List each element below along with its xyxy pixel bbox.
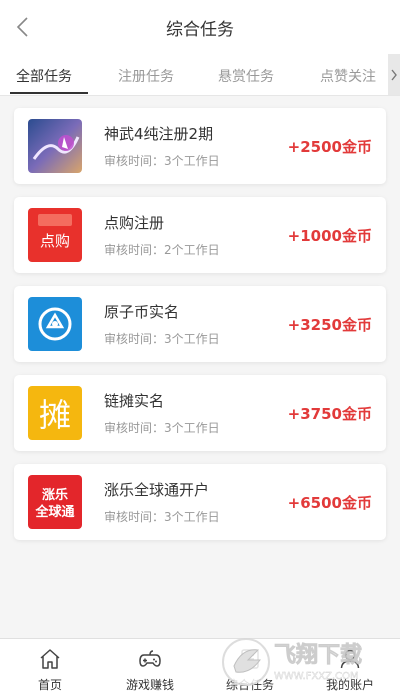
- back-button[interactable]: [10, 13, 34, 41]
- task-reward: +3250金币: [287, 316, 372, 334]
- liantan-icon-label: 摊: [39, 396, 71, 434]
- nav-home[interactable]: 首页: [0, 639, 100, 692]
- tab-all[interactable]: 全部任务: [16, 66, 72, 86]
- task-reward: +2500金币: [287, 138, 372, 156]
- watermark-url: WWW.FXXZ.COM: [274, 671, 359, 682]
- diangou-icon-label: 点购: [40, 232, 70, 250]
- watermark-logo: 飞翔下载 WWW.FXXZ.COM: [222, 638, 362, 686]
- zhangle-icon-label-top: 涨乐: [41, 487, 68, 503]
- task-card[interactable]: 神武4纯注册2期 审核时间：3个工作日 +2500金币: [14, 108, 386, 184]
- task-review-time: 审核时间：3个工作日: [104, 421, 220, 435]
- task-reward: +3750金币: [287, 405, 372, 423]
- home-icon: [40, 649, 60, 669]
- tab-bar: 全部任务 注册任务 悬赏任务 点赞关注: [0, 54, 400, 96]
- task-name: 链摊实名: [104, 392, 165, 410]
- task-review-time: 审核时间：2个工作日: [104, 243, 220, 257]
- chevron-left-icon: [16, 17, 28, 37]
- chevron-right-icon: [391, 69, 397, 80]
- zhangle-icon-label-bottom: 全球通: [34, 504, 74, 520]
- shenwu-game-icon: [28, 119, 82, 173]
- diangou-icon: 点购: [28, 208, 82, 262]
- active-tab-indicator: [10, 92, 88, 94]
- tab-reward[interactable]: 悬赏任务: [218, 66, 274, 86]
- task-review-time: 审核时间：3个工作日: [104, 154, 220, 168]
- task-review-time: 审核时间：3个工作日: [104, 510, 220, 524]
- nav-home-label: 首页: [37, 678, 62, 692]
- page-title: 综合任务: [166, 19, 234, 40]
- tab-scroll-button[interactable]: [388, 54, 400, 95]
- task-name: 涨乐全球通开户: [104, 481, 210, 499]
- task-reward: +6500金币: [287, 494, 372, 512]
- liantan-icon: 摊: [28, 386, 82, 440]
- task-review-time: 审核时间：3个工作日: [104, 332, 220, 346]
- nav-game-earn-label: 游戏赚钱: [125, 678, 174, 692]
- task-card[interactable]: 摊 链摊实名 审核时间：3个工作日 +3750金币: [14, 375, 386, 451]
- gamepad-icon: [139, 650, 161, 667]
- task-card[interactable]: 点购 点购注册 审核时间：2个工作日 +1000金币: [14, 197, 386, 273]
- task-card[interactable]: 涨乐 全球通 涨乐全球通开户 审核时间：3个工作日 +6500金币: [14, 464, 386, 540]
- header-bar: 综合任务: [0, 0, 400, 54]
- task-name: 点购注册: [104, 214, 165, 232]
- task-card[interactable]: 原子币实名 审核时间：3个工作日 +3250金币: [14, 286, 386, 362]
- task-name: 原子币实名: [104, 303, 180, 321]
- task-reward: +1000金币: [287, 227, 372, 245]
- zhangle-icon: 涨乐 全球通: [28, 475, 82, 529]
- nav-game-earn[interactable]: 游戏赚钱: [100, 639, 200, 692]
- task-name: 神武4纯注册2期: [104, 125, 214, 143]
- tab-register[interactable]: 注册任务: [118, 66, 174, 86]
- watermark-text: 飞翔下载: [274, 642, 362, 668]
- yuanzibi-icon: [28, 297, 82, 351]
- tab-like-follow[interactable]: 点赞关注: [320, 66, 376, 86]
